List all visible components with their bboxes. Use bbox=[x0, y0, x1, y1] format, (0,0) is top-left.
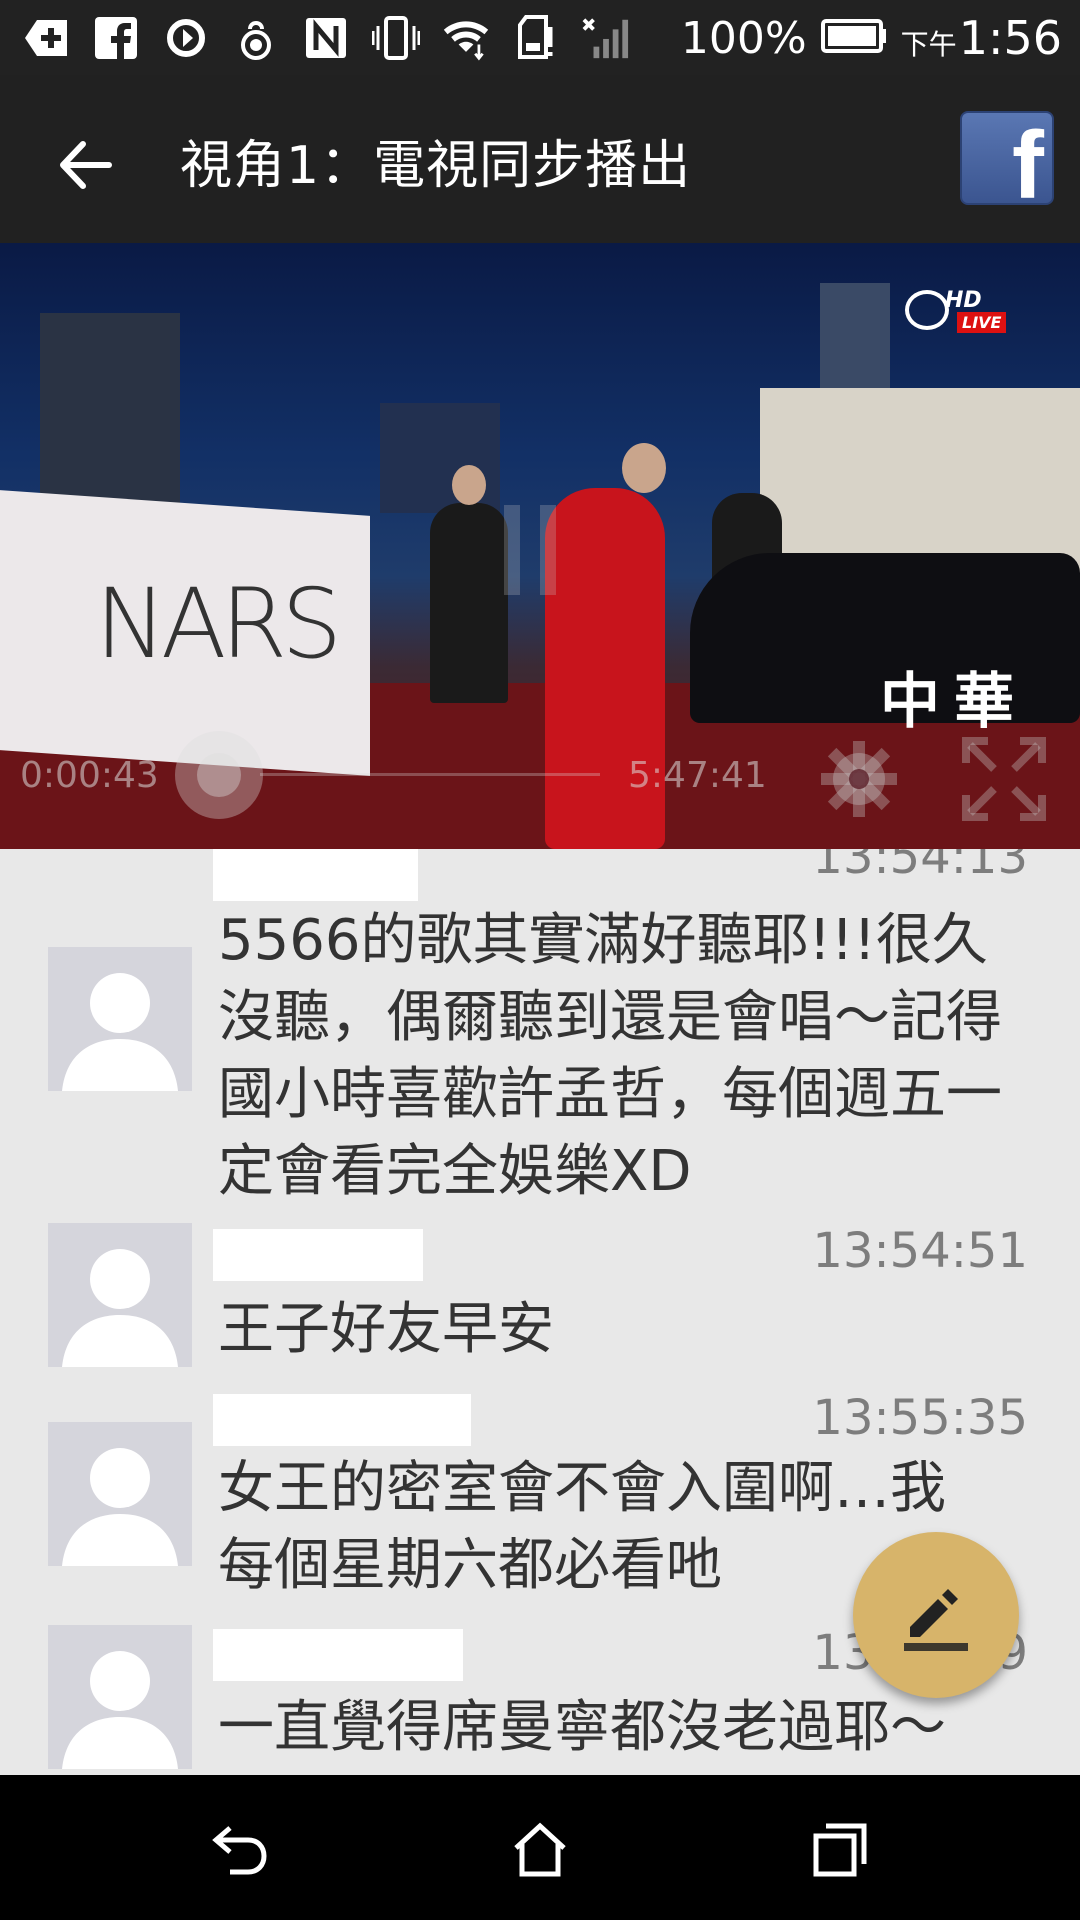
home-icon bbox=[514, 1822, 566, 1877]
facebook-icon: f bbox=[1012, 111, 1044, 205]
channel-logo-hd: HD bbox=[945, 288, 982, 313]
back-button[interactable] bbox=[40, 120, 130, 210]
comment-time: 13:55:35 bbox=[812, 1390, 1028, 1446]
nav-home-button[interactable] bbox=[495, 1805, 585, 1895]
facebook-icon bbox=[92, 14, 140, 62]
no-signal-icon bbox=[582, 14, 630, 62]
back-icon bbox=[212, 1826, 267, 1875]
channel-logo: HD LIVE bbox=[905, 288, 1015, 338]
pause-icon[interactable] bbox=[500, 505, 560, 595]
comment-text: 一直覺得席曼寧都沒老過耶～ bbox=[218, 1695, 946, 1760]
recents-icon bbox=[813, 1823, 867, 1877]
list-item: 13:54:13 5566的歌其實滿好聽耶!!!很久沒聽，偶爾聽到還是會唱～記得… bbox=[0, 849, 1080, 1204]
sync-icon bbox=[162, 14, 210, 62]
nav-back-button[interactable] bbox=[195, 1805, 285, 1895]
list-item: 13:54:51 王子好友早安 bbox=[0, 1223, 1080, 1393]
clock: 下午1:56 bbox=[901, 11, 1062, 65]
username-redacted bbox=[213, 1629, 463, 1681]
video-scene-car-text: 中華 bbox=[880, 667, 1028, 737]
username-redacted bbox=[213, 1394, 471, 1446]
avatar bbox=[48, 1223, 192, 1367]
video-seek-track[interactable] bbox=[260, 773, 600, 776]
video-scene-woman-head bbox=[622, 443, 666, 493]
wifi-icon bbox=[442, 14, 490, 62]
nfc-icon bbox=[302, 14, 350, 62]
video-scene-person-head bbox=[452, 465, 486, 505]
comment-time: 13:54:13 bbox=[812, 849, 1028, 885]
channel-logo-ring bbox=[905, 290, 949, 330]
battery-icon bbox=[820, 17, 887, 59]
video-scene-building bbox=[40, 313, 180, 513]
video-scene-person bbox=[430, 503, 508, 703]
video-current-time: 0:00:43 bbox=[20, 755, 159, 796]
comment-text: 5566的歌其實滿好聽耶!!!很久沒聽，偶爾聽到還是會唱～記得國小時喜歡許孟哲，… bbox=[218, 908, 1002, 1204]
sd-card-icon bbox=[512, 14, 560, 62]
username-redacted bbox=[213, 1229, 423, 1281]
compose-comment-button[interactable] bbox=[853, 1532, 1019, 1698]
video-scene-tower bbox=[820, 283, 890, 393]
channel-logo-live: LIVE bbox=[957, 312, 1007, 333]
clock-time: 1:56 bbox=[958, 11, 1062, 65]
clock-period: 下午 bbox=[900, 28, 957, 61]
avatar bbox=[48, 1625, 192, 1769]
comment-text: 王子好友早安 bbox=[218, 1297, 554, 1362]
page-title: 視角1：電視同步播出 bbox=[180, 136, 692, 196]
battery-percent: 100% bbox=[680, 12, 807, 64]
vibrate-icon bbox=[372, 14, 420, 62]
video-total-time: 5:47:41 bbox=[628, 755, 767, 796]
nav-recents-button[interactable] bbox=[795, 1805, 885, 1895]
arrow-back-icon bbox=[60, 141, 112, 189]
status-bar: 100% 下午1:56 bbox=[0, 0, 1080, 75]
video-scene-sign-text: NARS bbox=[95, 568, 342, 680]
edit-icon bbox=[904, 1589, 968, 1651]
video-seek-handle[interactable] bbox=[175, 731, 263, 819]
notification-icons bbox=[22, 10, 630, 65]
facebook-share-button[interactable]: f bbox=[960, 111, 1054, 205]
avatar bbox=[48, 1422, 192, 1566]
hand-icon bbox=[232, 14, 280, 62]
app-bar: 視角1：電視同步播出 f bbox=[0, 75, 1080, 243]
plus-box-icon bbox=[22, 14, 70, 62]
system-nav-bar bbox=[0, 1775, 1080, 1920]
fullscreen-icon[interactable] bbox=[960, 735, 1048, 823]
username-redacted bbox=[213, 849, 418, 901]
video-player[interactable]: NARS 中華 HD LIVE bbox=[0, 243, 1080, 849]
settings-icon[interactable] bbox=[815, 735, 903, 823]
comment-time: 13:54:51 bbox=[812, 1223, 1028, 1279]
avatar bbox=[48, 947, 192, 1091]
